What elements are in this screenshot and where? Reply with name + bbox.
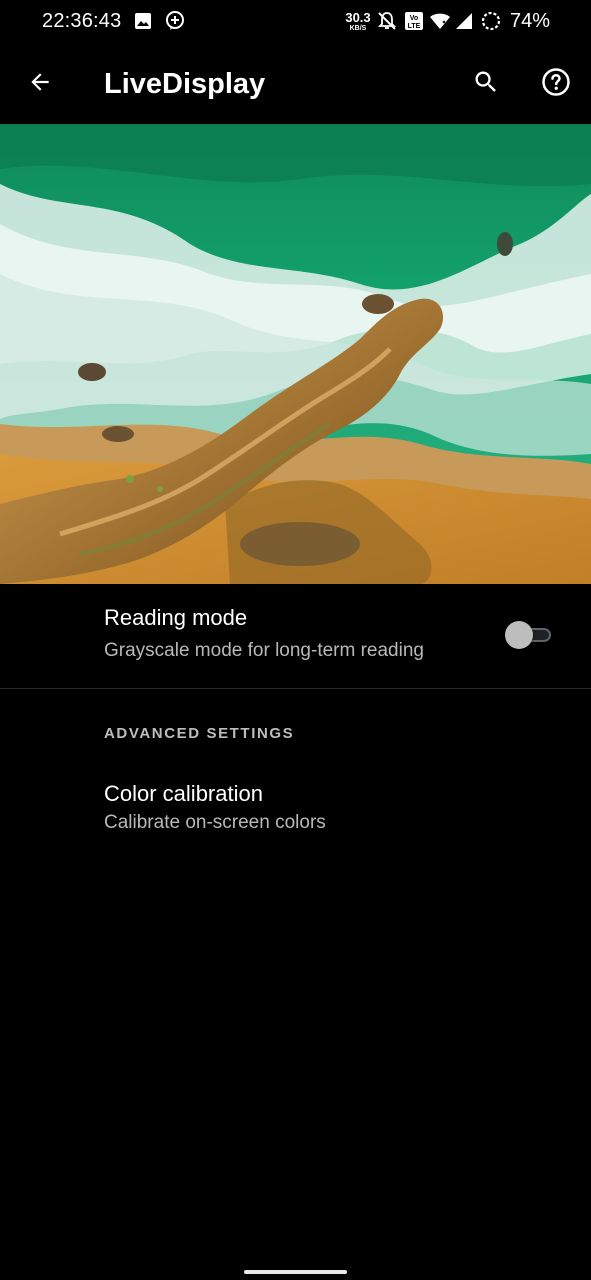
search-button[interactable] <box>466 64 506 104</box>
battery-percentage: 74% <box>510 10 551 32</box>
status-bar: 22:36:43 30.3 KB/S Vo LTE 74% <box>0 0 591 44</box>
network-speed: 30.3 KB/S <box>342 11 374 32</box>
advanced-settings-header: ADVANCED SETTINGS <box>104 725 295 742</box>
toggle-thumb <box>505 621 533 649</box>
help-icon <box>541 67 571 102</box>
network-speed-unit: KB/S <box>349 25 367 32</box>
reading-mode-title: Reading mode <box>104 605 248 630</box>
color-calibration-row[interactable]: Color calibration Calibrate on-screen co… <box>0 760 591 860</box>
reading-mode-row[interactable]: Reading mode Grayscale mode for long-ter… <box>0 584 591 688</box>
cell-signal-icon <box>453 12 473 35</box>
battery-saver-icon <box>481 11 501 36</box>
search-icon <box>472 68 500 101</box>
app-bar: LiveDisplay <box>0 44 591 124</box>
reading-mode-subtitle: Grayscale mode for long-term reading <box>104 640 424 661</box>
wifi-icon <box>429 12 451 35</box>
status-time: 22:36:43 <box>42 10 122 32</box>
gesture-nav-handle[interactable] <box>244 1270 347 1274</box>
notifications-off-icon <box>377 11 397 36</box>
network-speed-value: 30.3 <box>345 10 371 25</box>
notification-plus-icon <box>164 10 186 37</box>
help-button[interactable] <box>536 64 576 104</box>
back-button[interactable] <box>20 64 60 104</box>
divider <box>0 688 591 689</box>
page-title: LiveDisplay <box>104 68 266 100</box>
back-arrow-icon <box>27 69 53 100</box>
color-calibration-subtitle: Calibrate on-screen colors <box>104 812 326 833</box>
hero-beach-image <box>0 124 591 584</box>
volte-icon: Vo LTE <box>404 11 424 36</box>
svg-text:LTE: LTE <box>408 23 421 30</box>
color-calibration-title: Color calibration <box>104 781 263 806</box>
image-icon <box>134 12 152 35</box>
svg-text:Vo: Vo <box>410 15 418 22</box>
reading-mode-toggle[interactable] <box>505 621 553 649</box>
